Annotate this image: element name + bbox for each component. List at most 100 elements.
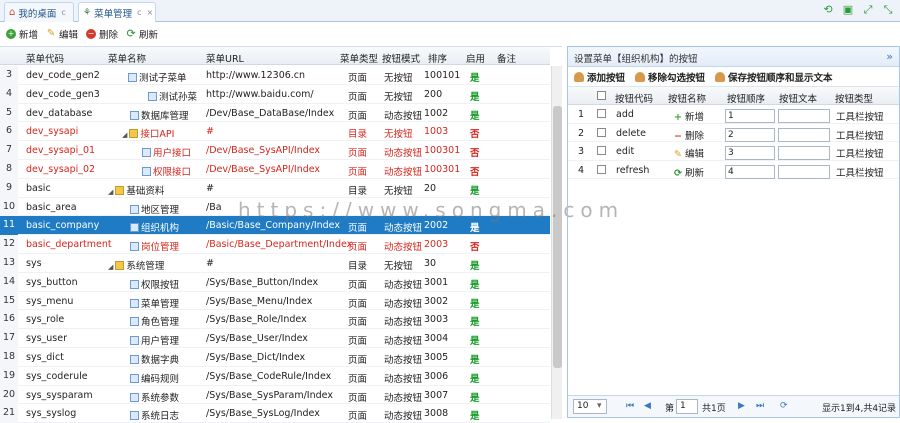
row-checkbox[interactable] — [597, 127, 606, 137]
first-page-icon[interactable]: ⏮ — [626, 401, 634, 411]
save-order-button[interactable]: 保存按钮顺序和显示文本 — [715, 70, 833, 84]
table-row[interactable]: 8 dev_sysapi_02/Dev/Base_SysAPI/Index 页面 动态… — [0, 160, 550, 179]
table-row[interactable]: 9 basic # 目录 无按钮 20 是 ◢ 基础资料 — [0, 178, 550, 198]
col-header-enabled[interactable]: 启用 — [466, 51, 485, 65]
refresh-icon[interactable]: ⟳ — [780, 401, 788, 411]
cell-code: dev_code_gen2 — [26, 70, 100, 81]
cell-order: 20 — [424, 182, 437, 194]
cell-code: sys_button — [26, 276, 78, 288]
button-grid-header: 按钮代码 按钮名称 按钮顺序 按钮文本 按钮类型 — [568, 87, 899, 105]
maximize-icon[interactable]: ⤢ — [862, 4, 874, 16]
button-row[interactable]: 2 delete 工具栏按钮 − 删除 2 — [568, 124, 899, 142]
prev-page-icon[interactable]: ◀ — [644, 401, 651, 411]
table-row[interactable]: 16 sys_role/Sys/Base_Role/Index 页面 动态按钮 3003… — [0, 310, 550, 330]
button-text-input[interactable] — [778, 109, 830, 123]
cell-name: 编码规则 — [130, 371, 179, 385]
page-number-input[interactable]: 1 — [676, 399, 698, 414]
button-order-input[interactable]: 1 — [725, 109, 775, 123]
cell-name: 用户管理 — [130, 333, 179, 347]
last-page-icon[interactable]: ⏭ — [756, 401, 764, 411]
button-row[interactable]: 4 refresh 工具栏按钮 ⟳ 刷新 4 — [568, 161, 899, 179]
row-number: 5 — [0, 103, 18, 123]
table-row[interactable]: 20 sys_sysparam/Sys/Base_SysParam/Index 页面… — [0, 385, 550, 405]
expand-arrow-icon[interactable]: ◢ — [108, 263, 113, 271]
button-order-input[interactable]: 3 — [725, 146, 775, 160]
cell-code: dev_code_gen3 — [26, 88, 100, 100]
add-button[interactable]: + 新增 — [6, 27, 38, 41]
cell-order: 3003 — [424, 314, 449, 326]
table-row[interactable]: 13 sys # 目录 无按钮 30 是 ◢ 系统管理 — [0, 254, 550, 273]
scrollbar-thumb[interactable] — [553, 106, 562, 368]
col-header-button-code[interactable]: 按钮代码 — [615, 91, 653, 105]
table-row[interactable]: 17 sys_user/Sys/Base_User/Index 页面 动态按钮 3004… — [0, 329, 550, 348]
table-row[interactable]: 6 dev_sysapi # 目录 无按钮 1003 否 ◢ 接口API — [0, 122, 550, 142]
button-text-input[interactable] — [778, 164, 830, 179]
window-controls: ⟲ ▣ ⤢ ⤡ — [822, 4, 894, 16]
tab-menu-management[interactable]: ⚘ 菜单管理 c × — [78, 2, 156, 22]
button-order-input[interactable]: 4 — [725, 164, 775, 179]
row-checkbox[interactable] — [597, 146, 606, 155]
cell-order: 30 — [424, 258, 437, 269]
reload-icon[interactable]: ⟲ — [822, 4, 834, 16]
row-checkbox[interactable] — [597, 109, 606, 118]
table-row[interactable]: 12 basic_department/Basic/Base_Department… — [0, 235, 550, 254]
table-row[interactable]: 5 dev_database/Dev/Base_DataBase/Index 页面 动… — [0, 103, 550, 123]
button-row[interactable]: 1 add 工具栏按钮 + 新增 1 — [568, 105, 899, 124]
button-text-input[interactable] — [778, 146, 830, 160]
button-text-input[interactable] — [778, 127, 830, 142]
col-header-order[interactable]: 排序 — [428, 51, 447, 65]
cell-button-mode: 动态按钮 — [384, 223, 423, 235]
cell-name: 数据字典 — [130, 352, 179, 366]
row-checkbox[interactable] — [597, 164, 606, 174]
col-header-code[interactable]: 菜单代码 — [26, 51, 64, 65]
col-header-button-type[interactable]: 按钮类型 — [835, 91, 873, 105]
edit-button[interactable]: ✎ 编辑 — [46, 27, 78, 42]
fullscreen-icon[interactable]: ▣ — [842, 4, 854, 16]
col-header-button-mode[interactable]: 按钮模式 — [382, 51, 420, 65]
page-icon — [130, 223, 139, 233]
col-header-remark[interactable]: 备注 — [497, 51, 516, 65]
next-page-icon[interactable]: ▶ — [738, 401, 745, 411]
cell-name: 地区管理 — [130, 202, 179, 216]
close-icon[interactable]: × — [147, 8, 154, 17]
remove-checked-button[interactable]: 移除勾选按钮 — [635, 70, 705, 84]
refresh-tab-icon[interactable]: c — [137, 8, 141, 17]
col-header-button-name[interactable]: 按钮名称 — [668, 91, 706, 105]
menu-tree-grid: 菜单代码 菜单名称 菜单URL 菜单类型 按钮模式 排序 启用 备注 3 dev_… — [0, 46, 562, 423]
col-header-name[interactable]: 菜单名称 — [108, 51, 146, 65]
select-all-checkbox[interactable] — [597, 91, 606, 100]
table-row[interactable]: 19 sys_coderule/Sys/Base_CodeRule/Index 页面… — [0, 366, 550, 386]
table-row[interactable]: 15 sys_menu/Sys/Base_Menu/Index 页面 动态按钮 3002… — [0, 291, 550, 311]
edit-icon: ✎ — [46, 28, 56, 39]
cell-name: 系统参数 — [130, 390, 179, 404]
table-row[interactable]: 18 sys_dict/Sys/Base_Dict/Index 页面 动态按钮 3005… — [0, 348, 550, 367]
cell-type: 页面 — [348, 279, 368, 291]
table-row[interactable]: 7 dev_sysapi_01/Dev/Base_SysAPI/Index 页面 动态… — [0, 141, 550, 160]
cell-type: 页面 — [348, 373, 368, 385]
button-order-input[interactable]: 2 — [725, 127, 775, 142]
collapse-icon[interactable]: » — [886, 50, 893, 63]
cell-name: 用户接口 — [142, 145, 191, 159]
col-header-button-text[interactable]: 按钮文本 — [779, 91, 817, 105]
exit-fullscreen-icon[interactable]: ⤡ — [882, 4, 894, 16]
table-row[interactable]: 21 sys_syslog/Sys/Base_SysLog/Index 页面 动态按钮… — [0, 404, 550, 423]
col-header-url[interactable]: 菜单URL — [206, 51, 244, 65]
table-row[interactable]: 4 dev_code_gen3 http://www.baidu.com/页面 无按钮… — [0, 84, 550, 104]
vertical-scrollbar[interactable] — [551, 66, 562, 419]
cell-name-text: 权限接口 — [153, 167, 192, 178]
cell-name: ◢ 系统管理 — [108, 258, 164, 272]
add-button-button[interactable]: 添加按钮 — [574, 70, 625, 84]
cell-button-name-text: 编辑 — [684, 149, 704, 160]
expand-arrow-icon[interactable]: ◢ — [108, 188, 113, 196]
col-header-button-order[interactable]: 按钮顺序 — [727, 91, 765, 105]
refresh-button[interactable]: ⟳ 刷新 — [126, 27, 158, 41]
expand-arrow-icon[interactable]: ◢ — [122, 131, 127, 139]
table-row[interactable]: 14 sys_button/Sys/Base_Button/Index 页面 动态按钮… — [0, 272, 550, 292]
table-row[interactable]: 3 dev_code_gen2 http://www.12306.cn 页面 无按钮 10… — [0, 66, 550, 85]
tab-my-desktop[interactable]: ⌂ 我的桌面 c — [4, 2, 74, 22]
cell-enabled: 是 — [470, 91, 480, 103]
delete-button[interactable]: − 删除 — [86, 27, 118, 41]
col-header-type[interactable]: 菜单类型 — [340, 51, 378, 65]
refresh-tab-icon[interactable]: c — [61, 8, 65, 17]
button-row[interactable]: 3 edit 工具栏按钮 ✎ 编辑 3 — [568, 142, 899, 161]
